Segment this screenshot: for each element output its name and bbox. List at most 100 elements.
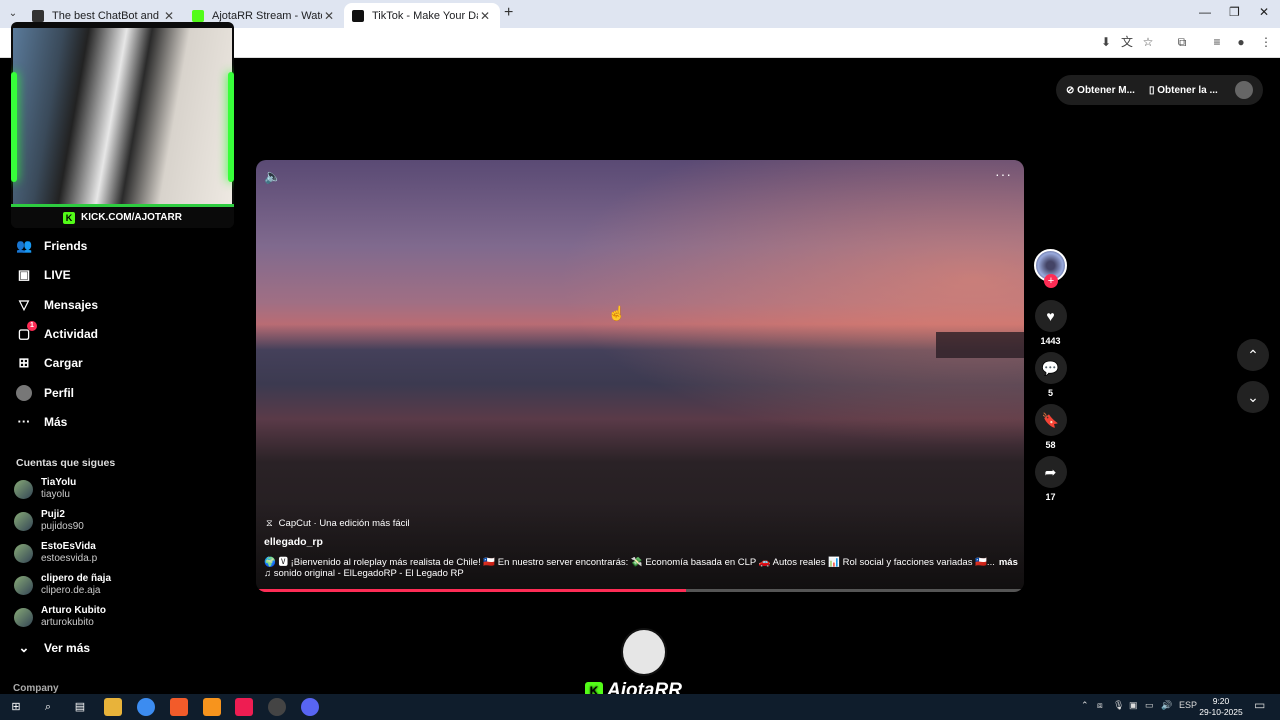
messages-icon: ▽ xyxy=(19,297,29,312)
video-sunset-glow xyxy=(524,160,1024,460)
capcut-tag[interactable]: ⧖ CapCut · Una edición más fácil xyxy=(266,518,410,529)
activity-icon: ▢ 1 xyxy=(16,321,37,342)
search-icon[interactable]: ⌕ xyxy=(39,698,57,716)
following-account[interactable]: Arturo Kubito arturokubito xyxy=(14,605,106,629)
chatbot-favicon-icon xyxy=(32,9,44,22)
more-icon: ··· xyxy=(17,414,31,429)
account-name: Arturo Kubito xyxy=(41,605,106,616)
obs-icon[interactable] xyxy=(268,698,286,716)
chevron-up-icon: ⌃ xyxy=(1247,347,1259,363)
tray-app-icon[interactable]: ▣ xyxy=(1129,700,1138,711)
save-action[interactable]: 🔖 58 xyxy=(1034,404,1067,450)
mouse-cursor-icon: ☝ xyxy=(608,305,626,321)
extensions-icon[interactable]: ⧉ xyxy=(1174,34,1190,50)
chevron-down-icon: ⌄ xyxy=(18,640,30,655)
network-icon[interactable]: ▭ xyxy=(1145,700,1154,711)
webcam-feed xyxy=(13,28,232,224)
sidebar-item-label: Cargar xyxy=(44,356,83,370)
tab-search-chevron-icon[interactable]: ⌄ xyxy=(4,5,22,23)
sidebar-item-activity[interactable]: ▢ 1 Actividad xyxy=(16,321,98,342)
see-more-button[interactable]: ⌄ Ver más xyxy=(16,640,91,656)
notification-badge: 1 xyxy=(27,321,37,331)
sidebar-item-friends[interactable]: 👥 Friends xyxy=(16,238,87,254)
tray-device-icon[interactable]: ⧈ xyxy=(1097,700,1103,711)
following-account[interactable]: clipero de ñaja clipero.de.aja xyxy=(14,573,111,597)
share-icon[interactable]: ➦ xyxy=(1034,456,1067,488)
video-sound[interactable]: ♫ sonido original - ElLegadoRP - El Lega… xyxy=(264,568,464,579)
microphone-icon[interactable]: 🎙 xyxy=(1113,700,1124,711)
company-link[interactable]: Company xyxy=(13,683,59,694)
tray-chevron-up-icon[interactable]: ⌃ xyxy=(1081,700,1089,711)
profile-avatar-icon xyxy=(16,385,32,401)
avatar xyxy=(14,543,33,563)
sidebar-item-live[interactable]: ▣ LIVE xyxy=(16,267,71,283)
chrome-icon[interactable] xyxy=(137,698,155,716)
follow-plus-icon[interactable]: + xyxy=(1044,274,1058,288)
tiktok-favicon-icon xyxy=(352,9,364,22)
share-action[interactable]: ➦ 17 xyxy=(1034,456,1067,502)
close-tab-icon[interactable]: ✕ xyxy=(322,9,336,23)
heart-icon[interactable]: ♥ xyxy=(1034,300,1067,332)
capcut-icon: ⧖ xyxy=(266,518,273,529)
sidebar-item-upload[interactable]: ⊞ Cargar xyxy=(16,355,83,371)
tab-title: The best ChatBot and Widgets xyxy=(52,9,162,22)
discord-icon[interactable] xyxy=(301,698,319,716)
account-handle: clipero.de.aja xyxy=(41,585,101,596)
file-explorer-icon[interactable] xyxy=(104,698,122,716)
comment-icon[interactable]: 💬 xyxy=(1034,352,1067,384)
brave-icon[interactable] xyxy=(170,698,188,716)
close-window-icon[interactable]: ✕ xyxy=(1259,5,1269,19)
install-app-icon[interactable]: ⬇ xyxy=(1098,34,1114,50)
like-action[interactable]: ♥ 1443 xyxy=(1034,300,1067,346)
browser-menu-icon[interactable]: ⋮ xyxy=(1258,34,1274,50)
close-tab-icon[interactable]: ✕ xyxy=(478,9,492,23)
windows-start-icon[interactable]: ⊞ xyxy=(7,698,25,716)
following-account[interactable]: Puji2 pujidos90 xyxy=(14,509,84,533)
volume-icon[interactable]: 🔈 xyxy=(264,168,281,185)
sidebar-item-label: Friends xyxy=(44,239,88,253)
sidebar-item-more[interactable]: ··· Más xyxy=(16,414,68,430)
video-progress-bar[interactable] xyxy=(256,589,1024,592)
tiktok-icon[interactable] xyxy=(235,698,253,716)
more-options-icon[interactable]: ··· xyxy=(995,166,1012,182)
minimize-icon[interactable]: — xyxy=(1199,5,1211,19)
account-handle: arturokubito xyxy=(41,617,94,628)
following-account[interactable]: EstoEsVida estoesvida.p xyxy=(14,541,97,565)
comment-action[interactable]: 💬 5 xyxy=(1034,352,1067,398)
following-account[interactable]: TiaYolu tiayolu xyxy=(14,477,76,501)
friends-icon: 👥 xyxy=(16,238,33,253)
app-a-icon[interactable] xyxy=(203,698,221,716)
clock-time: 9:20 xyxy=(1212,696,1230,706)
following-heading: Cuentas que sigues xyxy=(16,457,116,469)
description-more-button[interactable]: más xyxy=(999,557,1018,568)
get-app-button[interactable]: ▯ Obtener la ... xyxy=(1149,85,1218,96)
account-handle: estoesvida.p xyxy=(41,553,98,564)
language-indicator[interactable]: ESP xyxy=(1179,700,1197,710)
sidebar-item-profile[interactable]: Perfil xyxy=(16,385,74,401)
previous-video-button[interactable]: ⌃ xyxy=(1237,339,1269,371)
sidebar-item-messages[interactable]: ▽ Mensajes xyxy=(16,297,98,313)
task-view-icon[interactable]: ▤ xyxy=(71,698,89,716)
restore-icon[interactable]: ❐ xyxy=(1229,5,1240,19)
video-author[interactable]: ellegado_rp xyxy=(264,536,323,548)
system-clock[interactable]: 9:20 29-10-2025 xyxy=(1198,696,1244,718)
new-tab-icon[interactable]: + xyxy=(504,4,513,22)
save-count: 58 xyxy=(1045,440,1056,450)
close-tab-icon[interactable]: ✕ xyxy=(162,9,176,23)
capcut-label: CapCut · Una edición más fácil xyxy=(278,518,410,529)
volume-tray-icon[interactable]: 🔊 xyxy=(1161,700,1172,711)
media-controls-icon[interactable]: ≡ xyxy=(1209,34,1225,50)
kick-logo-icon: K xyxy=(63,211,76,224)
translate-icon[interactable]: 文 xyxy=(1119,34,1135,50)
get-coins-button[interactable]: ⊘ Obtener M... xyxy=(1066,85,1135,96)
next-video-button[interactable]: ⌄ xyxy=(1237,381,1269,413)
tab-tiktok[interactable]: TikTok - Make Your Day ✕ xyxy=(344,3,500,28)
user-avatar[interactable] xyxy=(1235,81,1253,99)
video-player[interactable]: 🔈 ··· ☝ ⧖ CapCut · Una edición más fácil… xyxy=(256,160,1024,592)
webcam-frame-right xyxy=(228,72,234,182)
description-text: 🌍 🆅 ¡Bienvenido al roleplay más realista… xyxy=(264,557,995,568)
bookmark-star-icon[interactable]: ☆ xyxy=(1140,34,1156,50)
profile-icon[interactable]: ● xyxy=(1233,34,1249,50)
bookmark-icon[interactable]: 🔖 xyxy=(1034,404,1067,436)
notifications-icon[interactable]: ▭ xyxy=(1254,698,1265,712)
